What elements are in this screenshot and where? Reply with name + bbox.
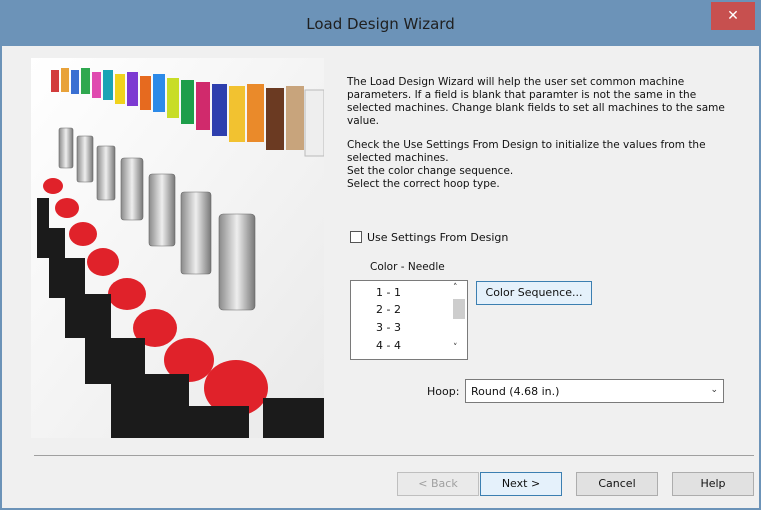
list-item[interactable]: 4 - 4	[376, 339, 401, 352]
intro-paragraph-1: The Load Design Wizard will help the use…	[347, 76, 725, 127]
use-settings-label: Use Settings From Design	[367, 230, 509, 244]
list-item[interactable]: 3 - 3	[376, 321, 401, 334]
scroll-thumb[interactable]	[453, 299, 465, 319]
window-title: Load Design Wizard	[306, 15, 455, 33]
list-item[interactable]: 2 - 2	[376, 303, 401, 316]
embroidery-machines-illustration	[31, 58, 324, 438]
divider	[34, 455, 754, 456]
scroll-down-icon[interactable]: ˅	[453, 343, 458, 353]
next-button[interactable]: Next >	[480, 472, 562, 496]
scroll-up-icon[interactable]: ˄	[453, 283, 458, 293]
close-button[interactable]: ✕	[711, 2, 755, 30]
hoop-label: Hoop:	[427, 385, 460, 398]
intro-text: The Load Design Wizard will help the use…	[347, 76, 747, 202]
color-needle-list[interactable]: 1 - 1 2 - 2 3 - 3 4 - 4 ˄ ˅	[350, 280, 468, 360]
hoop-select[interactable]: Round (4.68 in.) ⌄	[465, 379, 724, 403]
chevron-down-icon: ⌄	[710, 385, 718, 395]
list-item[interactable]: 1 - 1	[376, 286, 401, 299]
cancel-button[interactable]: Cancel	[576, 472, 658, 496]
color-sequence-button[interactable]: Color Sequence...	[476, 281, 592, 305]
color-needle-label: Color - Needle	[370, 261, 445, 273]
help-button[interactable]: Help	[672, 472, 754, 496]
back-button[interactable]: < Back	[397, 472, 479, 496]
intro-paragraph-2: Check the Use Settings From Design to in…	[347, 139, 706, 190]
title-bar[interactable]: Load Design Wizard ✕	[2, 2, 759, 46]
load-design-wizard-window: Load Design Wizard ✕ The Load Design Wiz…	[0, 0, 761, 510]
list-scrollbar[interactable]: ˄ ˅	[450, 281, 467, 359]
use-settings-row[interactable]: Use Settings From Design	[350, 230, 508, 244]
embroidery-machines-image	[31, 58, 324, 438]
use-settings-checkbox[interactable]	[350, 231, 362, 243]
hoop-select-value: Round (4.68 in.)	[471, 385, 560, 398]
close-icon: ✕	[727, 8, 739, 24]
